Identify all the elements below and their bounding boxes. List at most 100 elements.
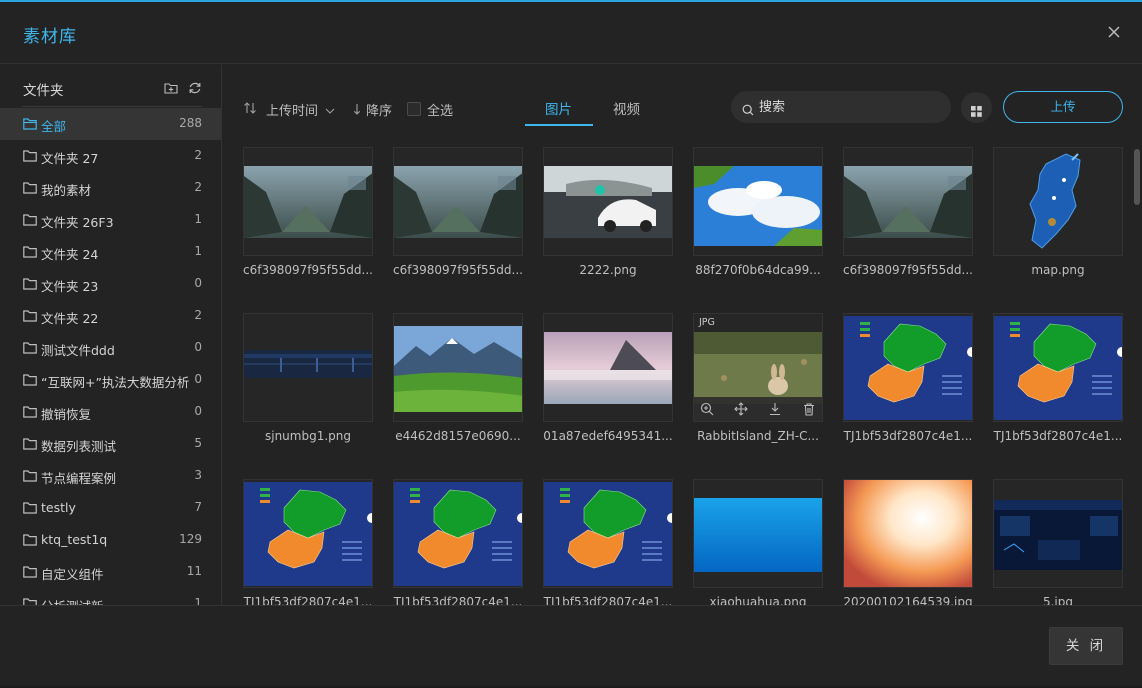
folder-count: 0 xyxy=(194,340,202,354)
media-thumbnail[interactable] xyxy=(243,313,373,422)
folder-item[interactable]: ktq_test1q 129 xyxy=(0,524,221,556)
thumbnail-image xyxy=(544,166,672,238)
folder-icon xyxy=(23,566,37,578)
folder-item[interactable]: 我的素材 2 xyxy=(0,172,221,204)
media-thumbnail[interactable] xyxy=(843,479,973,588)
media-thumbnail[interactable]: JPG xyxy=(693,313,823,422)
media-caption: e4462d8157e0690... xyxy=(395,429,521,443)
select-all-label[interactable]: 全选 xyxy=(427,100,453,119)
close-icon[interactable] xyxy=(1106,24,1122,40)
thumbnail-image xyxy=(844,166,972,238)
media-caption: TJ1bf53df2807c4e1... xyxy=(843,429,973,443)
zoom-in-icon[interactable] xyxy=(700,402,714,416)
refresh-icon[interactable] xyxy=(188,80,202,94)
grid-icon xyxy=(971,102,982,117)
sort-field-select[interactable]: 上传时间 xyxy=(266,100,335,119)
folder-name: 文件夹 23 xyxy=(41,279,99,294)
media-thumbnail[interactable] xyxy=(393,313,523,422)
folder-count: 0 xyxy=(194,404,202,418)
folder-count: 7 xyxy=(194,500,202,514)
folder-count: 2 xyxy=(194,148,202,162)
folder-sidebar-header: 文件夹 xyxy=(0,65,221,107)
folder-count: 0 xyxy=(194,276,202,290)
media-caption: c6f398097f95f55dd... xyxy=(843,263,973,277)
media-thumbnail[interactable] xyxy=(543,147,673,256)
folder-item[interactable]: 数据列表测试 5 xyxy=(0,428,221,460)
folder-item[interactable]: 全部 288 xyxy=(0,108,221,140)
folder-name: 文件夹 24 xyxy=(41,247,99,262)
media-thumbnail[interactable] xyxy=(543,313,673,422)
thumbnail-image xyxy=(544,482,672,586)
thumbnail-image xyxy=(694,498,822,572)
folder-item[interactable]: 文件夹 27 2 xyxy=(0,140,221,172)
thumbnail-actions xyxy=(694,397,822,421)
folder-count: 5 xyxy=(194,436,202,450)
media-thumbnail[interactable] xyxy=(843,147,973,256)
folder-count: 1 xyxy=(194,212,202,226)
media-thumbnail[interactable] xyxy=(243,147,373,256)
folder-item[interactable]: 节点编程案例 3 xyxy=(0,460,221,492)
folder-count: 129 xyxy=(179,532,202,546)
media-thumbnail[interactable] xyxy=(993,479,1123,588)
tab-videos[interactable]: 视频 xyxy=(613,98,640,118)
folder-name: 撤销恢复 xyxy=(41,407,92,422)
folder-icon xyxy=(23,342,37,354)
sort-icon[interactable] xyxy=(243,102,257,118)
folder-item[interactable]: 测试文件ddd 0 xyxy=(0,332,221,364)
grid-view-button[interactable] xyxy=(961,92,992,123)
scrollbar-thumb[interactable] xyxy=(1134,149,1140,205)
search-box xyxy=(731,91,951,123)
folder-icon xyxy=(23,278,37,290)
search-input[interactable] xyxy=(759,91,944,123)
move-icon[interactable] xyxy=(734,402,748,416)
material-library-dialog: 素材库 文件夹 全部 288 文件夹 27 2 我的素材 2 文件夹 26F3 1 文件夹 24… xyxy=(0,0,1142,686)
folder-count: 2 xyxy=(194,308,202,322)
dialog-title: 素材库 xyxy=(23,27,77,47)
new-folder-icon[interactable] xyxy=(164,80,178,94)
folder-count: 11 xyxy=(186,564,202,578)
download-icon[interactable] xyxy=(768,402,782,416)
folder-item[interactable]: “互联网+”执法大数据分析 0 xyxy=(0,364,221,396)
select-all-checkbox[interactable] xyxy=(407,102,421,116)
close-button[interactable]: 关 闭 xyxy=(1049,627,1123,665)
media-thumbnail[interactable] xyxy=(843,313,973,422)
folder-item[interactable]: 文件夹 23 0 xyxy=(0,268,221,300)
folder-item[interactable]: testly 7 xyxy=(0,492,221,524)
folder-icon xyxy=(23,502,37,514)
media-caption: TJ1bf53df2807c4e1... xyxy=(993,429,1123,443)
folder-sidebar: 文件夹 全部 288 文件夹 27 2 我的素材 2 文件夹 26F3 1 文件夹 24 1 文件夹… xyxy=(0,65,222,605)
folder-icon xyxy=(23,438,37,450)
media-thumbnail[interactable] xyxy=(693,147,823,256)
media-thumbnail[interactable] xyxy=(393,479,523,588)
upload-button[interactable]: 上传 xyxy=(1003,91,1123,123)
gallery-scrollbar[interactable] xyxy=(1134,147,1140,603)
media-thumbnail[interactable] xyxy=(393,147,523,256)
thumbnail-image xyxy=(994,316,1122,420)
folder-item[interactable]: 撤销恢复 0 xyxy=(0,396,221,428)
folder-name: 文件夹 27 xyxy=(41,151,99,166)
media-caption: 20200102164539.jpg xyxy=(843,595,973,605)
folder-item[interactable]: 自定义组件 11 xyxy=(0,556,221,588)
media-thumbnail[interactable] xyxy=(693,479,823,588)
folder-count: 288 xyxy=(179,116,202,130)
media-caption: 5.jpg xyxy=(1042,595,1074,605)
folder-item[interactable]: 文件夹 24 1 xyxy=(0,236,221,268)
active-tab-indicator xyxy=(525,124,593,126)
tab-images[interactable]: 图片 xyxy=(545,98,572,118)
folder-item[interactable]: 文件夹 22 2 xyxy=(0,300,221,332)
folder-icon xyxy=(23,534,37,546)
sort-order-toggle[interactable]: 降序 xyxy=(353,100,392,119)
thumbnail-image xyxy=(844,480,972,587)
thumbnail-image xyxy=(244,482,372,586)
main-panel: 上传时间 降序 全选 图片 视频 上传 xyxy=(223,65,1142,605)
media-thumbnail[interactable] xyxy=(993,313,1123,422)
folder-item[interactable]: 文件夹 26F3 1 xyxy=(0,204,221,236)
thumbnail-image xyxy=(844,316,972,420)
folder-item[interactable]: 分析测试新1 xyxy=(0,588,221,605)
delete-icon[interactable] xyxy=(802,402,816,416)
dialog-footer: 关 闭 xyxy=(0,605,1142,688)
media-caption: c6f398097f95f55dd... xyxy=(243,263,373,277)
media-thumbnail[interactable] xyxy=(993,147,1123,256)
media-thumbnail[interactable] xyxy=(543,479,673,588)
media-thumbnail[interactable] xyxy=(243,479,373,588)
